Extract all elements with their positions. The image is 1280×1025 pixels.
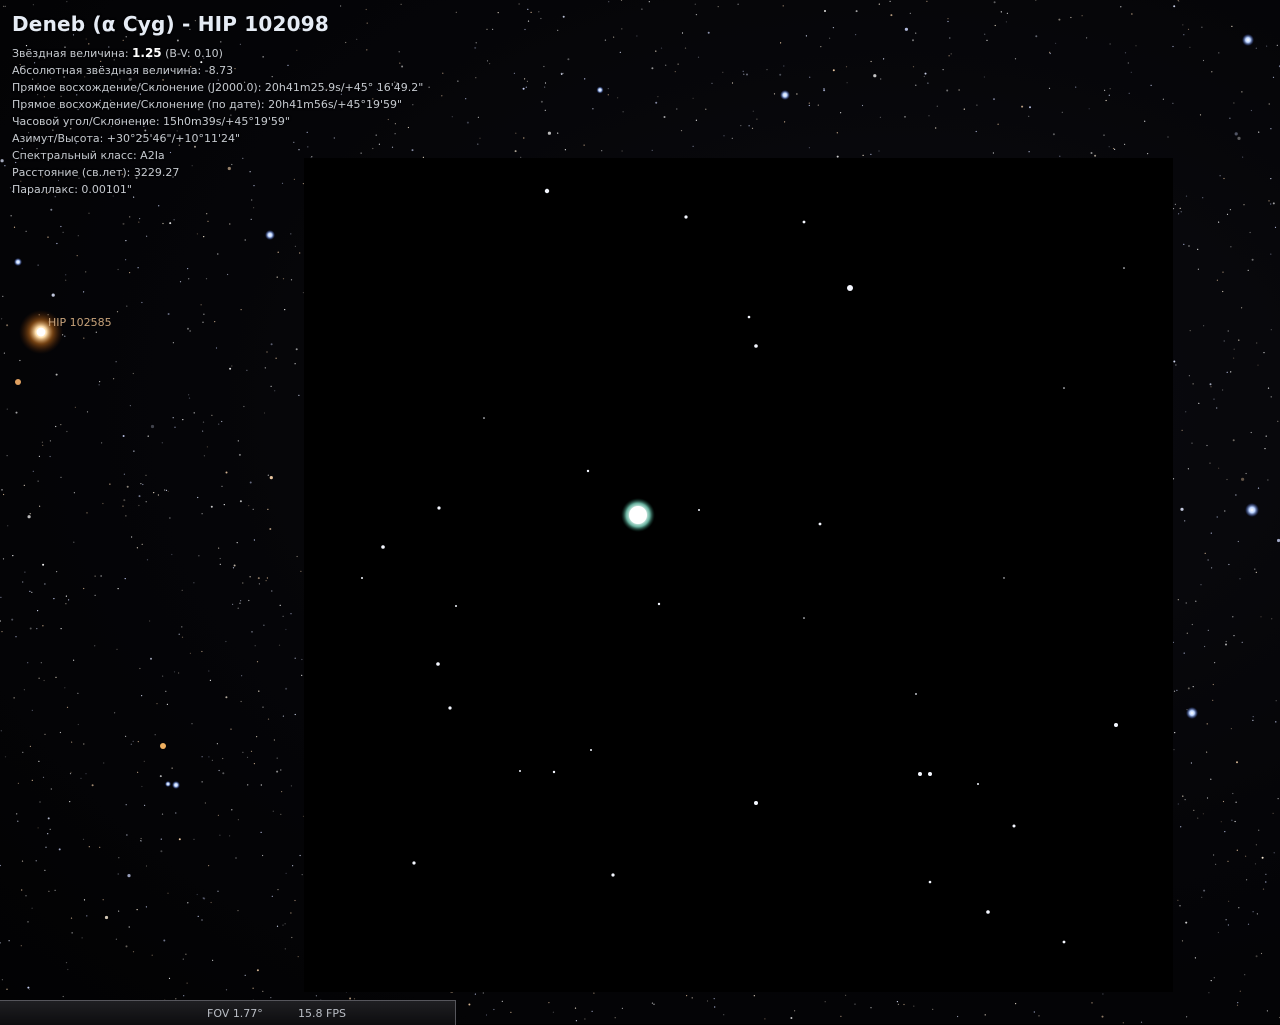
bright-blue-star[interactable] bbox=[172, 781, 180, 789]
orange-star[interactable] bbox=[160, 743, 166, 749]
survey-image-patch bbox=[304, 158, 1173, 992]
survey-star bbox=[747, 315, 751, 319]
survey-star bbox=[1063, 387, 1065, 389]
magnitude-line: Звёздная величина: 1.25 (B-V: 0.10) bbox=[12, 45, 423, 62]
abs-magnitude: Абсолютная звёздная величина: -8.73 bbox=[12, 64, 234, 77]
orange-star[interactable] bbox=[15, 379, 21, 385]
fps-readout: 15.8 FPS bbox=[298, 1007, 346, 1020]
survey-star bbox=[1062, 940, 1066, 944]
survey-star bbox=[1012, 824, 1016, 828]
survey-star bbox=[986, 910, 990, 914]
hour-angle: Часовой угол/Склонение: 15h0m39s/+45°19'… bbox=[12, 115, 290, 128]
object-info-panel: Deneb (α Cyg) - HIP 102098 Звёздная вели… bbox=[12, 12, 423, 198]
bright-blue-star[interactable] bbox=[1245, 503, 1259, 517]
bright-blue-star[interactable] bbox=[1242, 34, 1254, 46]
survey-star bbox=[818, 522, 822, 526]
survey-star bbox=[698, 509, 700, 511]
survey-star bbox=[519, 770, 521, 772]
survey-star bbox=[483, 417, 485, 419]
survey-star bbox=[802, 220, 806, 224]
survey-star bbox=[1114, 723, 1118, 727]
survey-star bbox=[412, 861, 416, 865]
survey-star bbox=[847, 285, 853, 291]
star-hip-102585-core bbox=[36, 327, 46, 337]
survey-star bbox=[928, 772, 932, 776]
survey-star bbox=[436, 662, 440, 666]
survey-star bbox=[1003, 577, 1005, 579]
survey-star bbox=[754, 801, 758, 805]
survey-star bbox=[915, 693, 917, 695]
parallax: Параллакс: 0.00101" bbox=[12, 183, 132, 196]
bright-blue-star[interactable] bbox=[780, 90, 790, 100]
survey-star bbox=[552, 770, 556, 774]
magnitude-bv: (B-V: 0.10) bbox=[165, 47, 223, 60]
survey-stars bbox=[361, 188, 1125, 944]
survey-star bbox=[361, 577, 363, 579]
deneb-star-core bbox=[629, 506, 647, 524]
survey-star bbox=[586, 469, 590, 473]
star-label-hip-102585: HIP 102585 bbox=[48, 316, 112, 329]
survey-star bbox=[754, 344, 758, 348]
spectral-class: Спектральный класс: A2Ia bbox=[12, 149, 165, 162]
survey-star bbox=[657, 602, 661, 606]
survey-star bbox=[544, 188, 550, 194]
distance: Расстояние (св.лет): 3229.27 bbox=[12, 166, 180, 179]
magnitude-value: 1.25 bbox=[132, 46, 162, 60]
survey-star bbox=[803, 617, 805, 619]
object-title: Deneb (α Cyg) - HIP 102098 bbox=[12, 12, 329, 36]
survey-star bbox=[918, 772, 922, 776]
survey-star bbox=[590, 749, 592, 751]
survey-star bbox=[437, 506, 441, 510]
bright-blue-star[interactable] bbox=[14, 258, 22, 266]
survey-star bbox=[928, 880, 932, 884]
status-bar[interactable]: FOV 1.77° 15.8 FPS bbox=[0, 1000, 456, 1025]
az-alt: Азимут/Высота: +30°25'46"/+10°11'24" bbox=[12, 132, 241, 145]
survey-star bbox=[611, 873, 615, 877]
survey-star bbox=[684, 215, 688, 219]
bright-blue-star[interactable] bbox=[1186, 707, 1198, 719]
survey-star bbox=[977, 783, 979, 785]
bright-blue-star[interactable] bbox=[596, 86, 604, 94]
fov-readout: FOV 1.77° bbox=[207, 1007, 263, 1020]
survey-star bbox=[448, 706, 452, 710]
ra-dec-date: Прямое восхождение/Склонение (по дате): … bbox=[12, 98, 403, 111]
survey-star bbox=[381, 545, 385, 549]
survey-star bbox=[1123, 267, 1125, 269]
ra-dec-j2000: Прямое восхождение/Склонение (J2000.0): … bbox=[12, 81, 424, 94]
bright-blue-star[interactable] bbox=[165, 781, 171, 787]
survey-star bbox=[455, 605, 457, 607]
magnitude-label: Звёздная величина: bbox=[12, 47, 129, 60]
bright-blue-star[interactable] bbox=[265, 230, 275, 240]
